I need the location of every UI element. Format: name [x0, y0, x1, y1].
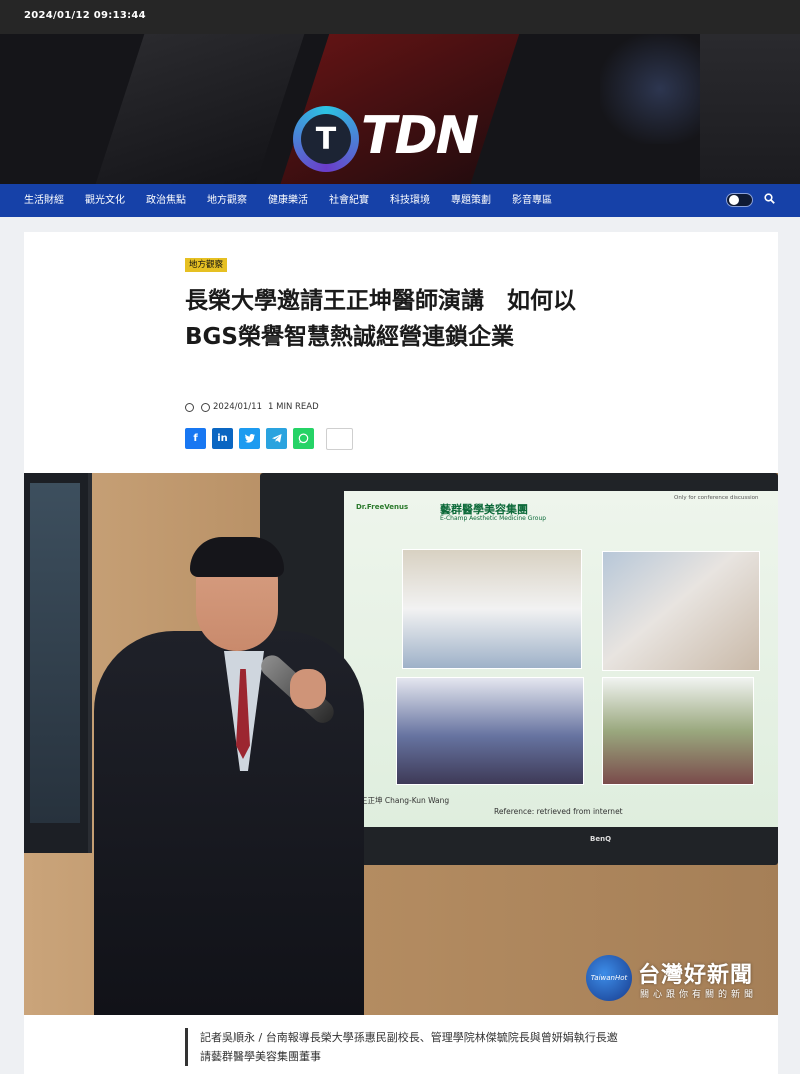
- photo-caption: 記者吳順永 / 台南報導長榮大學孫惠民副校長、管理學院林傑毓院長與曾妍娟執行長邀…: [185, 1028, 625, 1066]
- site-logo[interactable]: T TDN: [293, 104, 513, 176]
- read-time: 1 MIN READ: [268, 402, 319, 412]
- slide-reference: Reference: retrieved from internet: [494, 807, 623, 816]
- slide-logo: Dr.FreeVenus: [356, 503, 409, 511]
- watermark-title: 台灣好新聞: [638, 963, 754, 988]
- article-photo: Dr.FreeVenus 藝群醫學美容集團 E-Champ Aesthetic …: [24, 473, 778, 1015]
- theme-toggle-icon[interactable]: [726, 193, 753, 207]
- header-banner: T TDN: [0, 34, 800, 184]
- nav-item-life-finance[interactable]: 生活財經: [24, 184, 64, 217]
- nav-item-video[interactable]: 影音專區: [512, 184, 552, 217]
- more-share-button[interactable]: [326, 428, 353, 450]
- facebook-icon[interactable]: f: [185, 428, 206, 449]
- slide-note: Only for conference discussion: [674, 495, 759, 501]
- search-icon[interactable]: [764, 193, 776, 207]
- logo-text: TDN: [361, 106, 479, 166]
- nav-item-politics[interactable]: 政治焦點: [146, 184, 186, 217]
- main-nav: 生活財經 觀光文化 政治焦點 地方觀察 健康樂活 社會紀實 科技環境 專題策劃 …: [0, 184, 800, 217]
- watermark: TaiwanHot 台灣好新聞 關心跟你有關的新聞: [586, 955, 766, 1001]
- twitter-icon[interactable]: [239, 428, 260, 449]
- whatsapp-icon[interactable]: [293, 428, 314, 449]
- article-title: 長榮大學邀請王正坤醫師演講 如何以BGS榮譽智慧熱誠經營連鎖企業: [185, 288, 576, 350]
- watermark-logo: TaiwanHot: [586, 955, 632, 1001]
- category-badge[interactable]: 地方觀察: [185, 258, 228, 272]
- publish-date: 2024/01/11: [213, 402, 262, 412]
- linkedin-icon[interactable]: in: [212, 428, 233, 449]
- top-date-bar: 2024/01/12 09:13:44: [0, 0, 800, 34]
- current-datetime: 2024/01/12 09:13:44: [24, 10, 146, 21]
- nav-item-health[interactable]: 健康樂活: [268, 184, 308, 217]
- slide-photo-group: [402, 549, 582, 669]
- telegram-icon[interactable]: [266, 428, 287, 449]
- nav-item-features[interactable]: 專題策劃: [451, 184, 491, 217]
- slide-photo-audience: [396, 677, 584, 785]
- clock-icon: [201, 402, 210, 412]
- watermark-slogan: 關心跟你有關的新聞: [640, 990, 758, 1000]
- tv-brand: BenQ: [590, 835, 612, 843]
- slide-caption: 王正坤 Chang-Kun Wang: [360, 796, 450, 805]
- article-meta: 2024/01/11 1 MIN READ: [185, 401, 319, 413]
- slide-photo-clinic: [602, 551, 760, 671]
- author-icon[interactable]: [185, 402, 194, 412]
- slide-subtitle: E-Champ Aesthetic Medicine Group: [440, 515, 547, 522]
- nav-item-society[interactable]: 社會紀實: [329, 184, 369, 217]
- share-buttons: f in: [185, 428, 359, 450]
- nav-item-tech-env[interactable]: 科技環境: [390, 184, 430, 217]
- nav-item-tourism-culture[interactable]: 觀光文化: [85, 184, 125, 217]
- nav-item-local[interactable]: 地方觀察: [207, 184, 247, 217]
- logo-mark-icon: T: [293, 106, 359, 172]
- slide-photo-event: [602, 677, 754, 785]
